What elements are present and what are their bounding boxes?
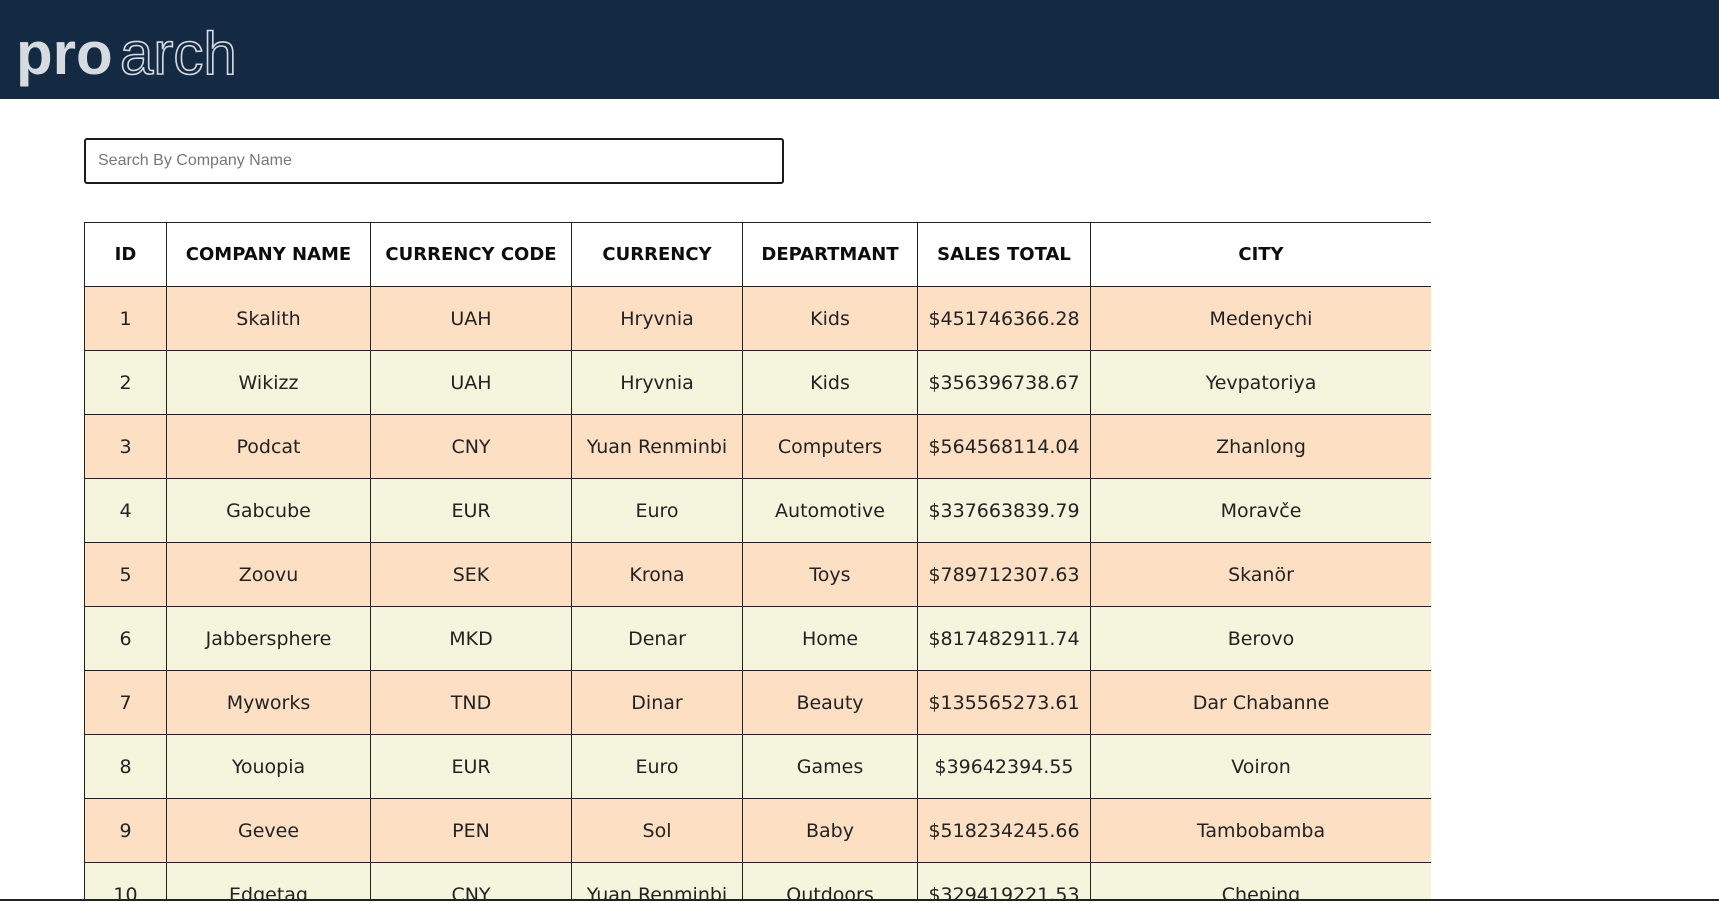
cell-department: Baby	[742, 798, 918, 863]
app-header: pro arch	[0, 0, 1719, 99]
cell-city: Zhanlong	[1090, 414, 1431, 479]
cell-id: 2	[84, 350, 167, 415]
column-header-currency[interactable]: CURRENCY	[571, 222, 743, 287]
cell-city: Voiron	[1090, 734, 1431, 799]
table-body: 1 Skalith UAH Hryvnia Kids $451746366.28 Meden…	[84, 286, 1431, 899]
cell-company-name: Zoovu	[166, 542, 371, 607]
column-header-currency-code[interactable]: CURRENCY CODE	[370, 222, 572, 287]
cell-id: 1	[84, 286, 167, 351]
cell-city: Dar Chabanne	[1090, 670, 1431, 735]
cell-sales-total: $789712307.63	[917, 542, 1091, 607]
cell-currency-code: TND	[370, 670, 572, 735]
companies-table: ID COMPANY NAME CURRENCY CODE CURRENCY DEPAR…	[84, 222, 1431, 899]
cell-city: Cheping	[1090, 862, 1431, 899]
cell-department: Toys	[742, 542, 918, 607]
table-row[interactable]: 7 Myworks TND Dinar Beauty $135565273.61 Dar C…	[84, 670, 1431, 735]
table-row[interactable]: 6 Jabbersphere MKD Denar Home $817482911.74 Be…	[84, 606, 1431, 671]
column-header-id[interactable]: ID	[84, 222, 167, 287]
cell-department: Kids	[742, 286, 918, 351]
cell-sales-total: $564568114.04	[917, 414, 1091, 479]
search-container	[84, 138, 784, 184]
logo-arch: arch	[120, 20, 237, 87]
table-row[interactable]: 8 Youopia EUR Euro Games $39642394.55 Voiron	[84, 734, 1431, 799]
table-row[interactable]: 4 Gabcube EUR Euro Automotive $337663839.79 Mo…	[84, 478, 1431, 543]
cell-currency: Euro	[571, 478, 743, 543]
cell-company-name: Jabbersphere	[166, 606, 371, 671]
cell-currency: Denar	[571, 606, 743, 671]
table-row[interactable]: 2 Wikizz UAH Hryvnia Kids $356396738.67 Yevpat…	[84, 350, 1431, 415]
cell-sales-total: $329419221.53	[917, 862, 1091, 899]
cell-city: Tambobamba	[1090, 798, 1431, 863]
logo-pro: pro	[16, 20, 113, 87]
cell-company-name: Myworks	[166, 670, 371, 735]
cell-sales-total: $135565273.61	[917, 670, 1091, 735]
cell-city: Moravče	[1090, 478, 1431, 543]
cell-city: Medenychi	[1090, 286, 1431, 351]
cell-currency: Hryvnia	[571, 350, 743, 415]
cell-department: Games	[742, 734, 918, 799]
cell-sales-total: $451746366.28	[917, 286, 1091, 351]
cell-company-name: Gevee	[166, 798, 371, 863]
cell-city: Berovo	[1090, 606, 1431, 671]
cell-id: 8	[84, 734, 167, 799]
cell-id: 6	[84, 606, 167, 671]
cell-id: 4	[84, 478, 167, 543]
search-input[interactable]	[84, 138, 784, 184]
cell-sales-total: $337663839.79	[917, 478, 1091, 543]
cell-department: Kids	[742, 350, 918, 415]
cell-department: Beauty	[742, 670, 918, 735]
cell-city: Skanör	[1090, 542, 1431, 607]
cell-company-name: Wikizz	[166, 350, 371, 415]
cell-currency: Krona	[571, 542, 743, 607]
cell-sales-total: $39642394.55	[917, 734, 1091, 799]
cell-sales-total: $817482911.74	[917, 606, 1091, 671]
cell-currency: Euro	[571, 734, 743, 799]
table-row[interactable]: 3 Podcat CNY Yuan Renminbi Computers $5645681…	[84, 414, 1431, 479]
cell-id: 10	[84, 862, 167, 899]
cell-sales-total: $518234245.66	[917, 798, 1091, 863]
cell-id: 5	[84, 542, 167, 607]
cell-currency: Yuan Renminbi	[571, 414, 743, 479]
cell-currency-code: SEK	[370, 542, 572, 607]
cell-currency: Sol	[571, 798, 743, 863]
cell-id: 3	[84, 414, 167, 479]
cell-department: Outdoors	[742, 862, 918, 899]
cell-company-name: Gabcube	[166, 478, 371, 543]
cell-id: 7	[84, 670, 167, 735]
cell-sales-total: $356396738.67	[917, 350, 1091, 415]
column-header-department[interactable]: DEPARTMANT	[742, 222, 918, 287]
proarch-logo[interactable]: pro arch	[16, 8, 266, 90]
cell-currency-code: UAH	[370, 286, 572, 351]
cell-department: Home	[742, 606, 918, 671]
cell-currency-code: CNY	[370, 414, 572, 479]
cell-id: 9	[84, 798, 167, 863]
cell-department: Computers	[742, 414, 918, 479]
table-header-row: ID COMPANY NAME CURRENCY CODE CURRENCY DEPAR…	[84, 222, 1431, 287]
cell-company-name: Podcat	[166, 414, 371, 479]
cell-currency-code: MKD	[370, 606, 572, 671]
table-row[interactable]: 5 Zoovu SEK Krona Toys $789712307.63 Skanör	[84, 542, 1431, 607]
bottom-divider	[0, 899, 1719, 901]
cell-city: Yevpatoriya	[1090, 350, 1431, 415]
cell-currency-code: CNY	[370, 862, 572, 899]
table-row[interactable]: 1 Skalith UAH Hryvnia Kids $451746366.28 Meden…	[84, 286, 1431, 351]
table-row[interactable]: 10 Edgetag CNY Yuan Renminbi Outdoors $329419…	[84, 862, 1431, 899]
column-header-city[interactable]: CITY	[1090, 222, 1431, 287]
cell-currency: Hryvnia	[571, 286, 743, 351]
cell-currency-code: PEN	[370, 798, 572, 863]
companies-table-container: ID COMPANY NAME CURRENCY CODE CURRENCY DEPAR…	[84, 222, 1431, 899]
cell-department: Automotive	[742, 478, 918, 543]
cell-company-name: Skalith	[166, 286, 371, 351]
cell-currency-code: EUR	[370, 734, 572, 799]
cell-currency: Dinar	[571, 670, 743, 735]
cell-currency-code: UAH	[370, 350, 572, 415]
column-header-sales-total[interactable]: SALES TOTAL	[917, 222, 1091, 287]
cell-currency: Yuan Renminbi	[571, 862, 743, 899]
cell-company-name: Edgetag	[166, 862, 371, 899]
cell-company-name: Youopia	[166, 734, 371, 799]
column-header-company-name[interactable]: COMPANY NAME	[166, 222, 371, 287]
cell-currency-code: EUR	[370, 478, 572, 543]
table-row[interactable]: 9 Gevee PEN Sol Baby $518234245.66 Tambobamba	[84, 798, 1431, 863]
